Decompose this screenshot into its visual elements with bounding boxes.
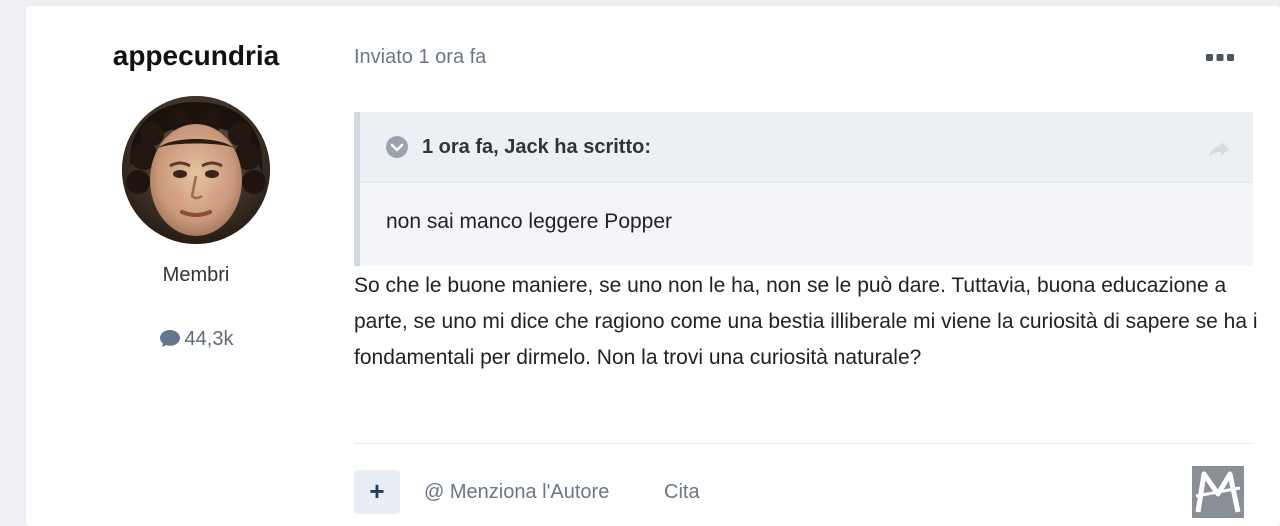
add-reaction-button[interactable]: + bbox=[354, 470, 400, 514]
quote-citation: 1 ora fa, Jack ha scritto: bbox=[422, 136, 651, 158]
post-card: appecundria Membri 44,3k Inviato 1 ora f… bbox=[26, 6, 1280, 526]
mention-author-link[interactable]: @ Menziona l'Autore bbox=[424, 481, 609, 504]
logo-watermark bbox=[1192, 466, 1244, 518]
quote-block: 1 ora fa, Jack ha scritto: non sai manco… bbox=[354, 112, 1253, 266]
quote-text: non sai manco leggere Popper bbox=[386, 210, 673, 233]
quote-share-button[interactable] bbox=[1207, 140, 1231, 160]
post-count-value: 44,3k bbox=[184, 328, 234, 350]
author-name[interactable]: appecundria bbox=[26, 40, 366, 72]
member-group-label: Membri bbox=[162, 264, 230, 286]
quote-link[interactable]: Cita bbox=[664, 481, 700, 504]
avatar-portrait bbox=[122, 96, 270, 244]
post-content: So che le buone maniere, se uno non le h… bbox=[354, 274, 1258, 369]
quote-toggle-button[interactable] bbox=[386, 136, 408, 158]
ellipsis-icon bbox=[1206, 54, 1234, 61]
more-options-button[interactable] bbox=[1196, 42, 1244, 72]
divider bbox=[354, 443, 1253, 444]
post-count[interactable]: 44,3k bbox=[26, 328, 366, 354]
chevron-circle-icon bbox=[386, 136, 408, 158]
comment-bubble-icon bbox=[159, 328, 181, 354]
share-arrow-icon bbox=[1209, 142, 1229, 158]
avatar[interactable] bbox=[122, 96, 270, 244]
posted-time[interactable]: Inviato 1 ora fa bbox=[354, 46, 486, 69]
quote-header: 1 ora fa, Jack ha scritto: bbox=[360, 112, 1253, 183]
